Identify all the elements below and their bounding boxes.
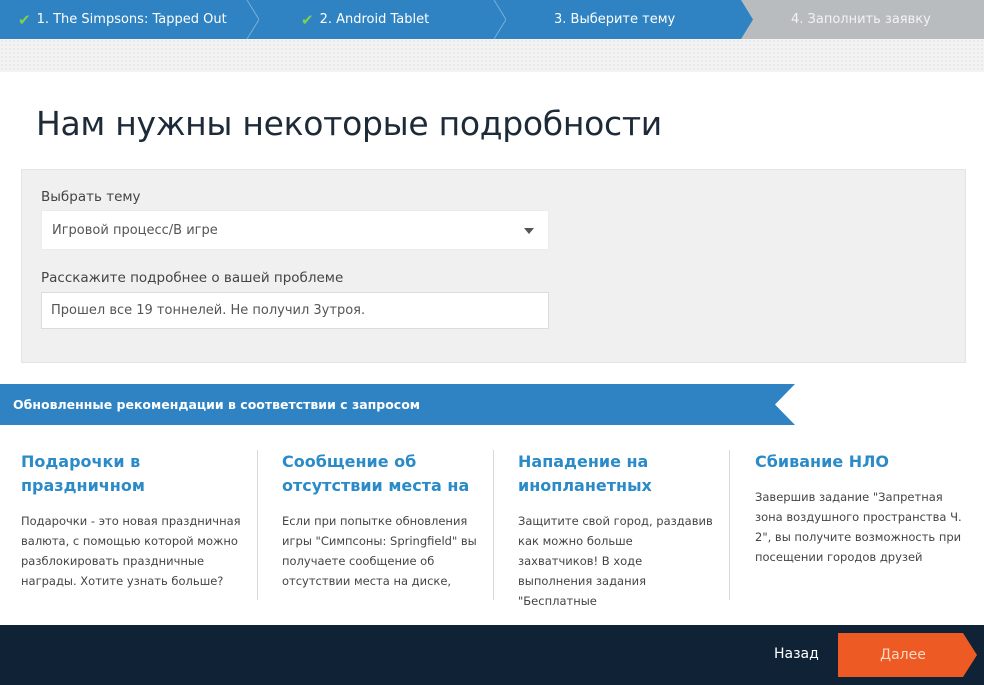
step-separator <box>482 0 506 39</box>
recommendation-card[interactable]: Подарочки в праздничном Подарочки - это … <box>21 450 241 591</box>
card-body: Если при попытке обновления игры "Симпсо… <box>282 514 477 588</box>
card-divider <box>729 450 730 600</box>
recommendations-banner: Обновленные рекомендации в соответствии … <box>0 384 795 425</box>
next-button[interactable]: Далее <box>838 633 978 677</box>
check-icon: ✔ <box>18 10 31 29</box>
check-icon: ✔ <box>301 10 314 29</box>
back-button[interactable]: Назад <box>774 646 819 662</box>
step-2[interactable]: ✔ 2. Android Tablet <box>247 0 494 39</box>
card-title[interactable]: Подарочки в праздничном <box>21 450 241 498</box>
step-3-label: 3. Выберите тему <box>554 12 676 27</box>
step-2-label: 2. Android Tablet <box>319 12 430 27</box>
step-4: 4. Заполнить заявку <box>741 0 984 39</box>
recommendations-heading: Обновленные рекомендации в соответствии … <box>13 397 421 412</box>
card-title[interactable]: Сообщение об отсутствии места на <box>282 450 478 498</box>
card-title[interactable]: Нападение на инопланетных <box>518 450 714 498</box>
step-1[interactable]: ✔ 1. The Simpsons: Tapped Out <box>0 0 247 39</box>
step-4-label: 4. Заполнить заявку <box>791 12 931 27</box>
card-title[interactable]: Сбивание НЛО <box>755 450 970 474</box>
topic-select[interactable]: Игровой процесс/В игре <box>41 210 549 250</box>
details-input[interactable]: Прошел все 19 тоннелей. Не получил 3утро… <box>41 292 549 329</box>
progress-steps: ✔ 1. The Simpsons: Tapped Out ✔ 2. Andro… <box>0 0 984 39</box>
step-3: 3. Выберите тему <box>494 0 741 39</box>
card-body: Завершив задание "Запретная зона воздушн… <box>755 490 962 564</box>
topic-select-value: Игровой процесс/В игре <box>52 222 218 238</box>
card-divider <box>257 450 258 600</box>
next-button-label: Далее <box>880 647 926 663</box>
details-label: Расскажите подробнее о вашей проблеме <box>41 270 344 286</box>
page-title: Нам нужны некоторые подробности <box>36 104 662 143</box>
decorative-pattern <box>0 39 984 72</box>
footer-bar <box>0 625 984 685</box>
topic-label: Выбрать тему <box>41 189 141 205</box>
chevron-down-icon <box>524 228 534 234</box>
card-divider <box>493 450 494 600</box>
details-form: Выбрать тему Игровой процесс/В игре Расс… <box>21 169 966 363</box>
card-body: Подарочки - это новая праздничная валюта… <box>21 514 241 588</box>
recommendation-card[interactable]: Сообщение об отсутствии места на Если пр… <box>282 450 478 591</box>
recommendation-card[interactable]: Сбивание НЛО Завершив задание "Запретная… <box>755 450 970 567</box>
recommendation-card[interactable]: Нападение на инопланетных Защитите свой … <box>518 450 714 611</box>
step-1-label: 1. The Simpsons: Tapped Out <box>36 12 227 27</box>
step-separator <box>729 0 753 39</box>
card-body: Защитите свой город, раздавив как можно … <box>518 514 713 608</box>
step-separator <box>235 0 259 39</box>
details-input-value: Прошел все 19 тоннелей. Не получил 3утро… <box>51 303 366 318</box>
